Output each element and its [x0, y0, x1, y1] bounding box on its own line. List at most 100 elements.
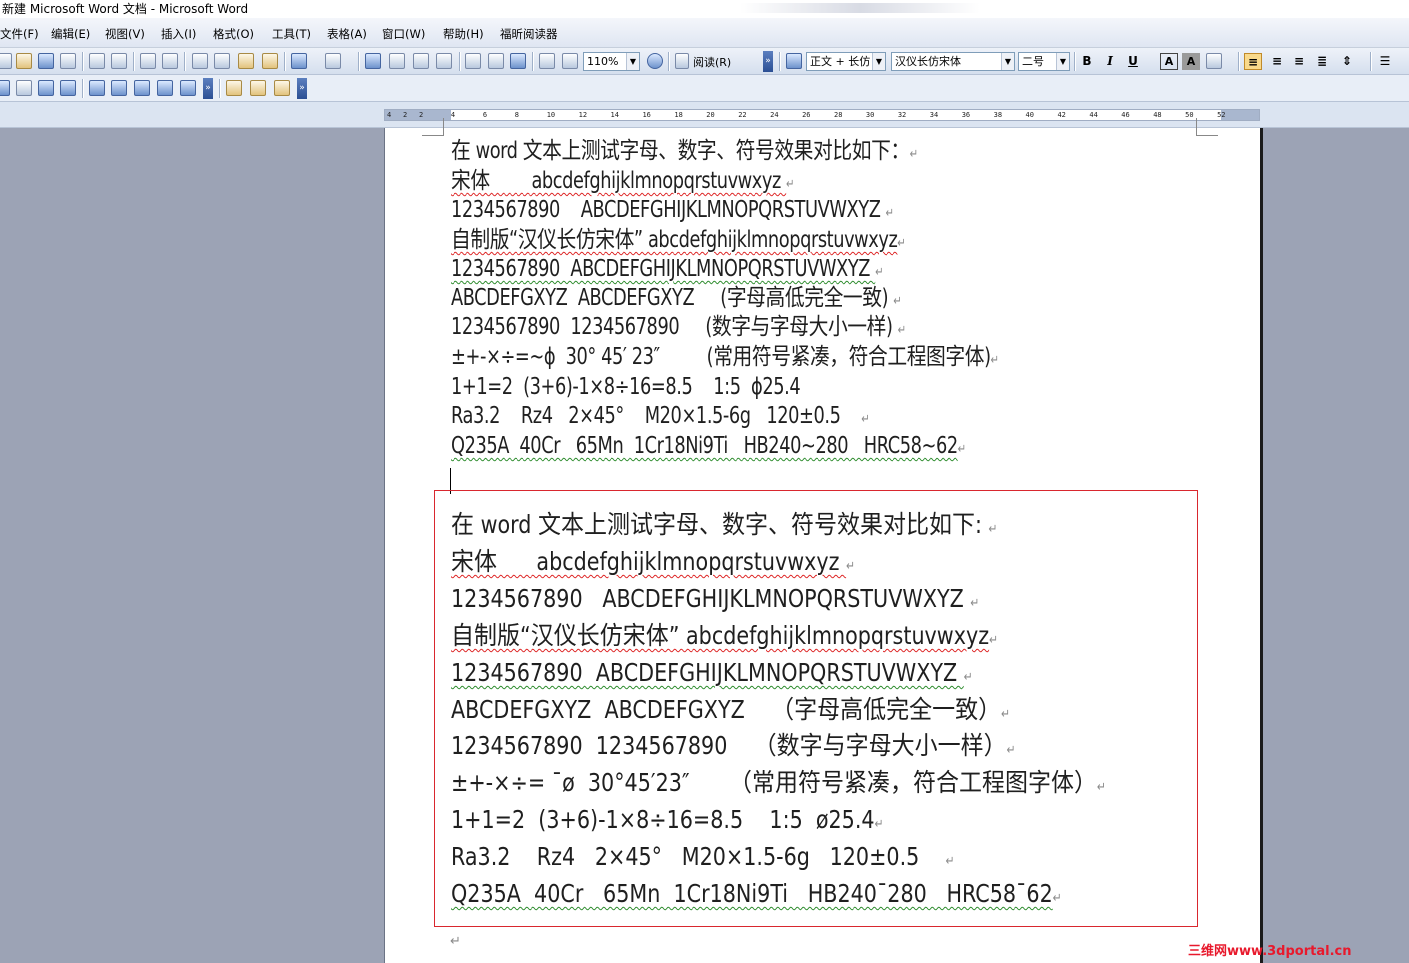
spelling-check-icon[interactable]: [140, 53, 156, 69]
bottom-line-5: 1234567890 ABCDEFGHIJKLMNOPQRSTUVWXYZ ↵: [451, 658, 973, 687]
drawing-icon[interactable]: [488, 53, 504, 69]
text-effects-icon[interactable]: [1206, 53, 1222, 69]
redo-icon[interactable]: [325, 53, 341, 69]
line-spacing-button[interactable]: ⇕: [1338, 53, 1356, 70]
zoom-combo[interactable]: 110% ▼: [583, 52, 640, 71]
numbering-button[interactable]: ☰: [1376, 53, 1394, 70]
menu-view[interactable]: 视图(V): [105, 26, 145, 42]
research-icon[interactable]: [162, 53, 178, 69]
font-size-combo[interactable]: 二号 ▼: [1018, 52, 1070, 71]
help-icon[interactable]: [647, 53, 663, 69]
ruler-tick-label: 8: [514, 111, 519, 119]
toolbar-options-grip[interactable]: »: [297, 78, 307, 99]
menu-table[interactable]: 表格(A): [327, 26, 367, 42]
bottom-line-1: 在 word 文本上测试字母、数字、符号效果对比如下: ↵: [451, 510, 998, 539]
char-border-button[interactable]: A: [1160, 53, 1178, 70]
menu-file[interactable]: 文件(F): [0, 26, 39, 42]
bottom-line-6: ABCDEFGXYZ ABCDEFGXYZ （字母高低完全一致）↵: [451, 695, 1011, 724]
save-icon[interactable]: [38, 53, 54, 69]
menu-window[interactable]: 窗口(W): [382, 26, 425, 42]
print-preview-icon[interactable]: [111, 53, 127, 69]
menu-edit[interactable]: 编辑(E): [51, 26, 90, 42]
insert-table-icon[interactable]: [413, 53, 429, 69]
ruler-track: 4 2 2 4 6 8 10 12 14 16 18 20 22 24 26 28 30 32 34 36 38 40 42…: [384, 109, 1260, 121]
font-size-value: 二号: [1022, 55, 1044, 68]
toolbar-separator: [668, 52, 669, 71]
cut-icon[interactable]: [192, 53, 208, 69]
menu-tools[interactable]: 工具(T): [272, 26, 311, 42]
ruler-tick-label: 38: [993, 111, 1003, 119]
show-hide-icon[interactable]: [539, 53, 555, 69]
format-painter-icon[interactable]: [262, 53, 278, 69]
move-down-icon[interactable]: [111, 80, 127, 96]
bottom-line-8: ±+-×÷= ¯ø 30°45′23″ （常用符号紧凑，符合工程图字体）↵: [451, 768, 1107, 797]
tables-borders-icon[interactable]: [389, 53, 405, 69]
menu-format[interactable]: 格式(O): [213, 26, 254, 42]
permission-icon[interactable]: [60, 53, 76, 69]
outline-icon[interactable]: [0, 80, 10, 96]
paste-icon[interactable]: [238, 53, 254, 69]
justify-button[interactable]: ≣: [1313, 53, 1331, 70]
bottom-line-3: 1234567890 ABCDEFGHIJKLMNOPQRSTUVWXYZ ↵: [451, 584, 980, 613]
bold-button[interactable]: B: [1078, 53, 1096, 70]
ruler-ticks: 4 2 2 4 6 8 10 12 14 16 18 20 22 24 26 28 30 32 34 36 38 40 42…: [385, 110, 1259, 120]
toolbar-separator: [284, 52, 285, 71]
ink-icon[interactable]: [562, 53, 578, 69]
copy-icon[interactable]: [214, 53, 230, 69]
crop-mark-top-right: [1196, 118, 1218, 136]
font-combo[interactable]: 汉仪长仿宋体 ▼: [891, 52, 1015, 71]
align-left-button[interactable]: ≡: [1244, 53, 1262, 70]
insert-excel-icon[interactable]: [436, 53, 452, 69]
promote-icon[interactable]: [38, 80, 54, 96]
ruler-tick-label: 6: [482, 111, 488, 119]
undo-icon[interactable]: [291, 53, 307, 69]
char-shading-button[interactable]: A: [1182, 53, 1200, 70]
toolbar-options-grip[interactable]: »: [763, 51, 773, 72]
bottom-line-11: Q235A 40Cr 65Mn 1Cr18Ni9Ti HB240¯280 HRC…: [451, 879, 1062, 908]
ruler-tick-label: 4: [450, 111, 456, 119]
read-mode-button[interactable]: 阅读(R): [693, 54, 731, 70]
toolbar-options-grip[interactable]: »: [203, 78, 213, 99]
foxit-create-pdf-icon[interactable]: [226, 80, 242, 96]
chevron-down-icon[interactable]: ▼: [872, 53, 885, 70]
move-up-icon[interactable]: [89, 80, 105, 96]
toolbar-separator: [133, 52, 134, 71]
read-mode-icon[interactable]: [675, 53, 689, 69]
columns-icon[interactable]: [465, 53, 481, 69]
empty-paragraph-mark: ↵: [450, 934, 461, 949]
underline-button[interactable]: U: [1124, 53, 1142, 70]
styles-pane-icon[interactable]: [786, 53, 802, 69]
window-title: 新建 Microsoft Word 文档 - Microsoft Word: [2, 2, 249, 16]
document-map-icon[interactable]: [510, 53, 526, 69]
bottom-line-9: 1+1=2 (3+6)-1×8÷16=8.5 1:5 ø25.4↵: [451, 805, 884, 834]
italic-button[interactable]: I: [1101, 53, 1119, 70]
align-center-button[interactable]: ≡: [1268, 53, 1286, 70]
toolbar-separator: [532, 52, 533, 71]
menu-help[interactable]: 帮助(H): [443, 26, 484, 42]
new-document-icon[interactable]: [0, 53, 12, 69]
print-icon[interactable]: [89, 53, 105, 69]
open-folder-icon[interactable]: [16, 53, 32, 69]
show-level-icon[interactable]: [180, 80, 196, 96]
foxit-pdf-settings-icon[interactable]: [250, 80, 266, 96]
chevron-down-icon[interactable]: ▼: [626, 53, 639, 70]
outline-level-icon[interactable]: [16, 80, 32, 96]
chevron-down-icon[interactable]: ▼: [1056, 53, 1069, 70]
menu-insert[interactable]: 插入(I): [161, 26, 196, 42]
toolbar-separator: [82, 52, 83, 71]
align-right-button[interactable]: ≡: [1290, 53, 1308, 70]
foxit-pdf-email-icon[interactable]: [274, 80, 290, 96]
top-line-8: ±+-×÷=~ϕ 30° 45′ 23″ (常用符号紧凑，符合工程图字体)↵: [451, 344, 999, 370]
ruler-tick-label: 10: [546, 111, 556, 119]
chevron-down-icon[interactable]: ▼: [1001, 53, 1014, 70]
page-edge-shadow: [1260, 128, 1263, 963]
demote-icon[interactable]: [60, 80, 76, 96]
expand-icon[interactable]: [134, 80, 150, 96]
style-value: 正文 + 长仿: [810, 55, 871, 68]
collapse-icon[interactable]: [157, 80, 173, 96]
ruler-tick-label: 20: [706, 111, 715, 119]
menu-foxit-reader[interactable]: 福昕阅读器: [500, 26, 558, 42]
hyperlink-icon[interactable]: [365, 53, 381, 69]
style-combo[interactable]: 正文 + 长仿 ▼: [806, 52, 886, 71]
ruler-tick-label: 18: [674, 111, 683, 119]
